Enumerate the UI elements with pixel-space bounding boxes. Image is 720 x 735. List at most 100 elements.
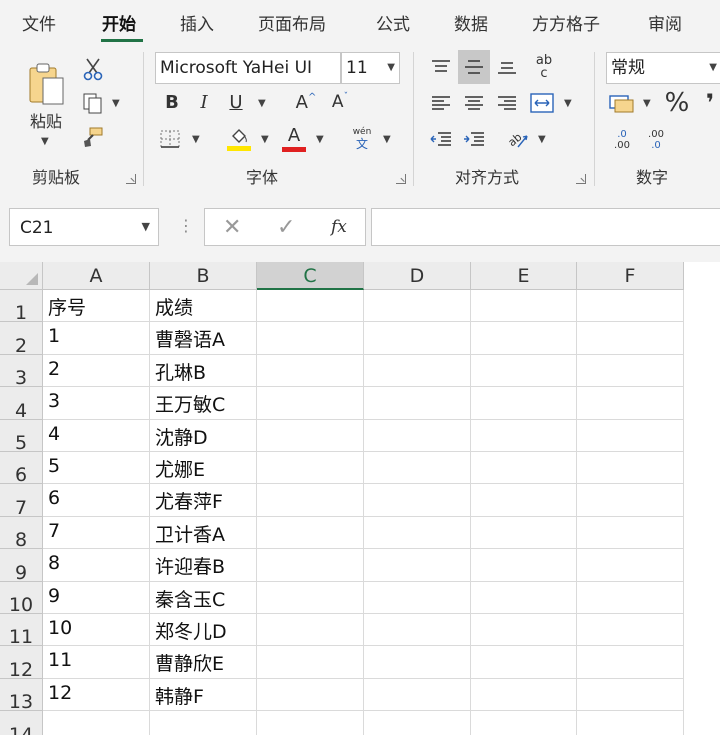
- phonetic-dropdown-icon[interactable]: ▼: [383, 134, 391, 145]
- row-header[interactable]: 9: [0, 549, 43, 584]
- cell-d13[interactable]: [364, 678, 471, 712]
- cell-f5[interactable]: [577, 419, 684, 452]
- align-left-button[interactable]: [428, 90, 454, 116]
- decrease-decimal-button[interactable]: .00 .0: [642, 126, 670, 154]
- row-header[interactable]: 6: [0, 452, 43, 486]
- tab-home[interactable]: 开始: [102, 10, 136, 35]
- cell-b12[interactable]: 曹静欣E: [150, 646, 257, 679]
- alignment-dialog-launcher-icon[interactable]: [576, 174, 586, 184]
- cell-e2[interactable]: [471, 322, 577, 355]
- tab-file[interactable]: 文件: [22, 10, 56, 35]
- cell-a13[interactable]: 12: [43, 678, 150, 712]
- cell-f12[interactable]: [577, 646, 684, 679]
- tab-data[interactable]: 数据: [454, 10, 488, 35]
- cell-c1[interactable]: [257, 290, 364, 323]
- decrease-font-size-button[interactable]: Aˇ: [328, 90, 352, 114]
- cell-b9[interactable]: 许迎春B: [150, 549, 257, 582]
- column-header-c[interactable]: C: [257, 262, 364, 290]
- insert-function-icon[interactable]: fx: [331, 217, 347, 237]
- comma-style-button[interactable]: ❜: [700, 88, 720, 118]
- decrease-indent-button[interactable]: [428, 126, 454, 152]
- accounting-dropdown-icon[interactable]: ▼: [643, 98, 651, 109]
- font-size-select[interactable]: 11 ▼: [341, 52, 400, 84]
- name-box[interactable]: C21 ▼: [9, 208, 159, 246]
- cell-e13[interactable]: [471, 678, 577, 712]
- cell-a4[interactable]: 3: [43, 387, 150, 420]
- cell-d5[interactable]: [364, 419, 471, 452]
- row-header[interactable]: 1: [0, 290, 43, 324]
- tab-formulas[interactable]: 公式: [376, 10, 410, 35]
- cell-f7[interactable]: [577, 484, 684, 517]
- row-header[interactable]: 13: [0, 678, 43, 713]
- cell-a10[interactable]: 9: [43, 581, 150, 614]
- cell-d14[interactable]: [364, 711, 471, 735]
- cell-b10[interactable]: 秦含玉C: [150, 581, 257, 614]
- row-header[interactable]: 8: [0, 516, 43, 551]
- cell-f9[interactable]: [577, 549, 684, 582]
- cell-e4[interactable]: [471, 387, 577, 420]
- font-dialog-launcher-icon[interactable]: [396, 174, 406, 184]
- tab-insert[interactable]: 插入: [180, 10, 214, 35]
- cell-a2[interactable]: 1: [43, 322, 150, 355]
- cell-f13[interactable]: [577, 678, 684, 712]
- cell-c11[interactable]: [257, 614, 364, 647]
- cell-a11[interactable]: 10: [43, 614, 150, 647]
- clipboard-dialog-launcher-icon[interactable]: [126, 174, 136, 184]
- more-options-icon[interactable]: ⋮: [178, 216, 194, 235]
- cell-d8[interactable]: [364, 516, 471, 550]
- top-align-button[interactable]: [428, 54, 454, 80]
- cell-d12[interactable]: [364, 646, 471, 679]
- phonetic-button[interactable]: wén 文: [348, 126, 376, 152]
- row-header[interactable]: 5: [0, 419, 43, 454]
- cell-b6[interactable]: 尤娜E: [150, 452, 257, 485]
- cell-c3[interactable]: [257, 354, 364, 388]
- paste-dropdown-icon[interactable]: ▼: [41, 136, 49, 147]
- row-header[interactable]: 7: [0, 484, 43, 519]
- cell-f10[interactable]: [577, 581, 684, 614]
- font-color-button[interactable]: A: [281, 126, 307, 152]
- paste-button[interactable]: 粘贴: [22, 56, 70, 136]
- cell-c14[interactable]: [257, 711, 364, 735]
- cell-c4[interactable]: [257, 387, 364, 420]
- cell-a7[interactable]: 6: [43, 484, 150, 517]
- align-right-button[interactable]: [494, 90, 520, 116]
- copy-dropdown-icon[interactable]: ▼: [112, 98, 120, 109]
- fill-color-button[interactable]: [226, 126, 252, 152]
- cut-button[interactable]: [80, 56, 106, 82]
- cell-c13[interactable]: [257, 678, 364, 712]
- cell-a6[interactable]: 5: [43, 452, 150, 485]
- cell-c2[interactable]: [257, 322, 364, 355]
- increase-decimal-button[interactable]: .0 .00: [608, 126, 636, 154]
- fill-color-dropdown-icon[interactable]: ▼: [261, 134, 269, 145]
- font-color-dropdown-icon[interactable]: ▼: [316, 134, 324, 145]
- cell-e3[interactable]: [471, 354, 577, 388]
- cell-a9[interactable]: 8: [43, 549, 150, 582]
- accounting-format-button[interactable]: [608, 90, 636, 116]
- cell-c6[interactable]: [257, 452, 364, 485]
- row-header[interactable]: 11: [0, 614, 43, 648]
- merge-dropdown-icon[interactable]: ▼: [564, 98, 572, 109]
- cell-b14[interactable]: [150, 711, 257, 735]
- cell-f8[interactable]: [577, 516, 684, 550]
- cell-c5[interactable]: [257, 419, 364, 452]
- cell-c10[interactable]: [257, 581, 364, 614]
- cell-e8[interactable]: [471, 516, 577, 550]
- orientation-dropdown-icon[interactable]: ▼: [538, 134, 546, 145]
- cell-a3[interactable]: 2: [43, 354, 150, 388]
- cell-c9[interactable]: [257, 549, 364, 582]
- underline-dropdown-icon[interactable]: ▼: [258, 98, 266, 109]
- cell-e11[interactable]: [471, 614, 577, 647]
- row-header[interactable]: 4: [0, 387, 43, 422]
- row-header[interactable]: 2: [0, 322, 43, 357]
- cell-e6[interactable]: [471, 452, 577, 485]
- format-painter-button[interactable]: [80, 124, 106, 150]
- number-format-select[interactable]: 常规 ▼: [606, 52, 720, 84]
- cell-f6[interactable]: [577, 452, 684, 485]
- middle-align-button[interactable]: [458, 50, 490, 84]
- cell-f11[interactable]: [577, 614, 684, 647]
- cell-d6[interactable]: [364, 452, 471, 485]
- cell-c8[interactable]: [257, 516, 364, 550]
- cell-b11[interactable]: 郑冬儿D: [150, 614, 257, 647]
- cell-e5[interactable]: [471, 419, 577, 452]
- tab-page-layout[interactable]: 页面布局: [258, 10, 326, 35]
